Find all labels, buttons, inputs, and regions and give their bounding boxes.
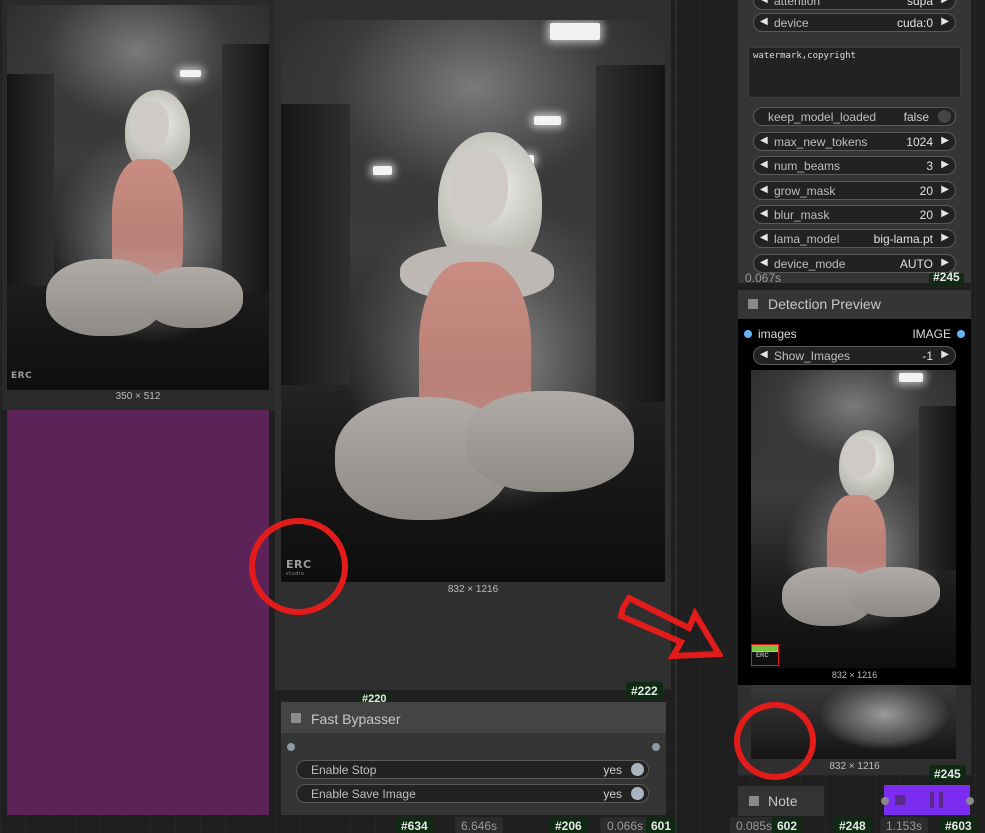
decrement-icon[interactable]: ◀ <box>760 135 768 146</box>
detection-box: ERC <box>751 644 779 666</box>
increment-icon[interactable]: ▶ <box>941 257 949 268</box>
decrement-icon[interactable]: ◀ <box>760 349 768 360</box>
exec-time: 1.153s <box>880 817 929 833</box>
decrement-icon[interactable]: ◀ <box>760 0 768 5</box>
increment-icon[interactable]: ▶ <box>941 208 949 219</box>
increment-icon[interactable]: ▶ <box>941 135 949 146</box>
decrement-icon[interactable]: ◀ <box>760 159 768 170</box>
input-type: IMAGE <box>912 327 951 341</box>
exec-time: 6.646s <box>455 817 504 833</box>
toggle-knob-icon <box>938 110 951 123</box>
exec-time: 0.066s <box>601 817 650 833</box>
node-id-badge-602: 602 <box>772 817 803 833</box>
node-id-badge-206: #206 <box>550 817 587 833</box>
exec-time: 0.067s <box>745 271 782 285</box>
collapse-icon[interactable] <box>748 299 758 309</box>
blur-mask-input[interactable]: ◀ blur_mask 20 ▶ <box>753 205 956 224</box>
pause-icon[interactable] <box>930 792 944 808</box>
device-mode-select[interactable]: ◀ device_mode AUTO ▶ <box>753 254 956 273</box>
attention-select[interactable]: ◀ attention sdpa ▶ <box>753 0 956 10</box>
increment-icon[interactable]: ▶ <box>941 184 949 195</box>
detection-preview-dims: 832 × 1216 <box>831 670 878 680</box>
main-preview-image: ERC studio <box>281 20 665 582</box>
decrement-icon[interactable]: ◀ <box>760 257 768 268</box>
node-id-badge-222: #222 <box>626 682 663 699</box>
output-slot-dot[interactable] <box>957 330 965 338</box>
input-slot-dot[interactable] <box>287 743 295 751</box>
detection-preview-node[interactable]: Detection Preview images IMAGE ◀ Show_Im… <box>738 290 971 685</box>
show-images-input[interactable]: ◀ Show_Images -1 ▶ <box>753 346 956 365</box>
node-id-badge-245: #245 <box>929 765 966 782</box>
enable-stop-toggle[interactable]: Enable Stop yes <box>296 760 649 779</box>
increment-icon[interactable]: ▶ <box>941 0 949 5</box>
node-title: Detection Preview <box>768 296 881 312</box>
toggle-knob-icon <box>631 763 644 776</box>
prompt-textarea[interactable]: watermark,copyright <box>748 47 961 98</box>
erc-logo: ERC <box>756 653 769 659</box>
node-id-badge-634: #634 <box>396 817 433 833</box>
note-node[interactable]: Note <box>738 786 824 816</box>
watermark-remover-node[interactable]: ◀ attention sdpa ▶ ◀ device cuda:0 ▶ wat… <box>738 0 971 283</box>
node-id-badge-603: #603 <box>940 817 977 833</box>
collapse-icon[interactable] <box>749 796 759 806</box>
increment-icon[interactable]: ▶ <box>941 16 949 27</box>
node-title: Note <box>768 793 798 809</box>
input-slot-dot[interactable] <box>744 330 752 338</box>
purple-group-panel[interactable] <box>7 410 269 815</box>
enable-save-image-toggle[interactable]: Enable Save Image yes <box>296 784 649 803</box>
grow-mask-input[interactable]: ◀ grow_mask 20 ▶ <box>753 181 956 200</box>
detection-label <box>752 645 778 652</box>
annotation-arrow-icon <box>617 594 723 660</box>
left-preview-dims: 350 × 512 <box>115 391 161 402</box>
annotation-circle <box>249 518 348 615</box>
node-id-badge-601: 601 <box>646 817 677 833</box>
annotation-circle <box>734 702 816 780</box>
stop-icon[interactable] <box>895 795 905 805</box>
detection-preview-image: ERC <box>751 370 956 668</box>
node-id-badge-245: #245 <box>929 271 964 285</box>
max-new-tokens-input[interactable]: ◀ max_new_tokens 1024 ▶ <box>753 132 956 151</box>
node-id-badge-248: #248 <box>834 817 871 833</box>
input-label: images <box>758 327 797 341</box>
increment-icon[interactable]: ▶ <box>941 159 949 170</box>
num-beams-input[interactable]: ◀ num_beams 3 ▶ <box>753 156 956 175</box>
fast-bypasser-node[interactable]: Fast Bypasser Enable Stop yes Enable Sav… <box>281 702 666 815</box>
keep-model-loaded-toggle[interactable]: keep_model_loaded false <box>753 107 956 126</box>
link-wire <box>675 0 677 833</box>
output-slot-dot[interactable] <box>966 797 974 805</box>
workflow-control[interactable] <box>881 785 974 815</box>
output-slot-dot[interactable] <box>652 743 660 751</box>
decrement-icon[interactable]: ◀ <box>760 16 768 27</box>
left-preview-image: ERC <box>7 5 269 390</box>
input-slot-dot[interactable] <box>881 797 889 805</box>
lama-model-select[interactable]: ◀ lama_model big-lama.pt ▶ <box>753 229 956 248</box>
decrement-icon[interactable]: ◀ <box>760 184 768 195</box>
decrement-icon[interactable]: ◀ <box>760 232 768 243</box>
decrement-icon[interactable]: ◀ <box>760 208 768 219</box>
increment-icon[interactable]: ▶ <box>941 349 949 360</box>
toggle-knob-icon <box>631 787 644 800</box>
exec-time: 0.085s <box>730 817 779 833</box>
node-title: Fast Bypasser <box>311 711 401 727</box>
erc-logo: ERC <box>11 371 33 381</box>
increment-icon[interactable]: ▶ <box>941 232 949 243</box>
device-select[interactable]: ◀ device cuda:0 ▶ <box>753 13 956 32</box>
collapse-icon[interactable] <box>291 713 301 723</box>
